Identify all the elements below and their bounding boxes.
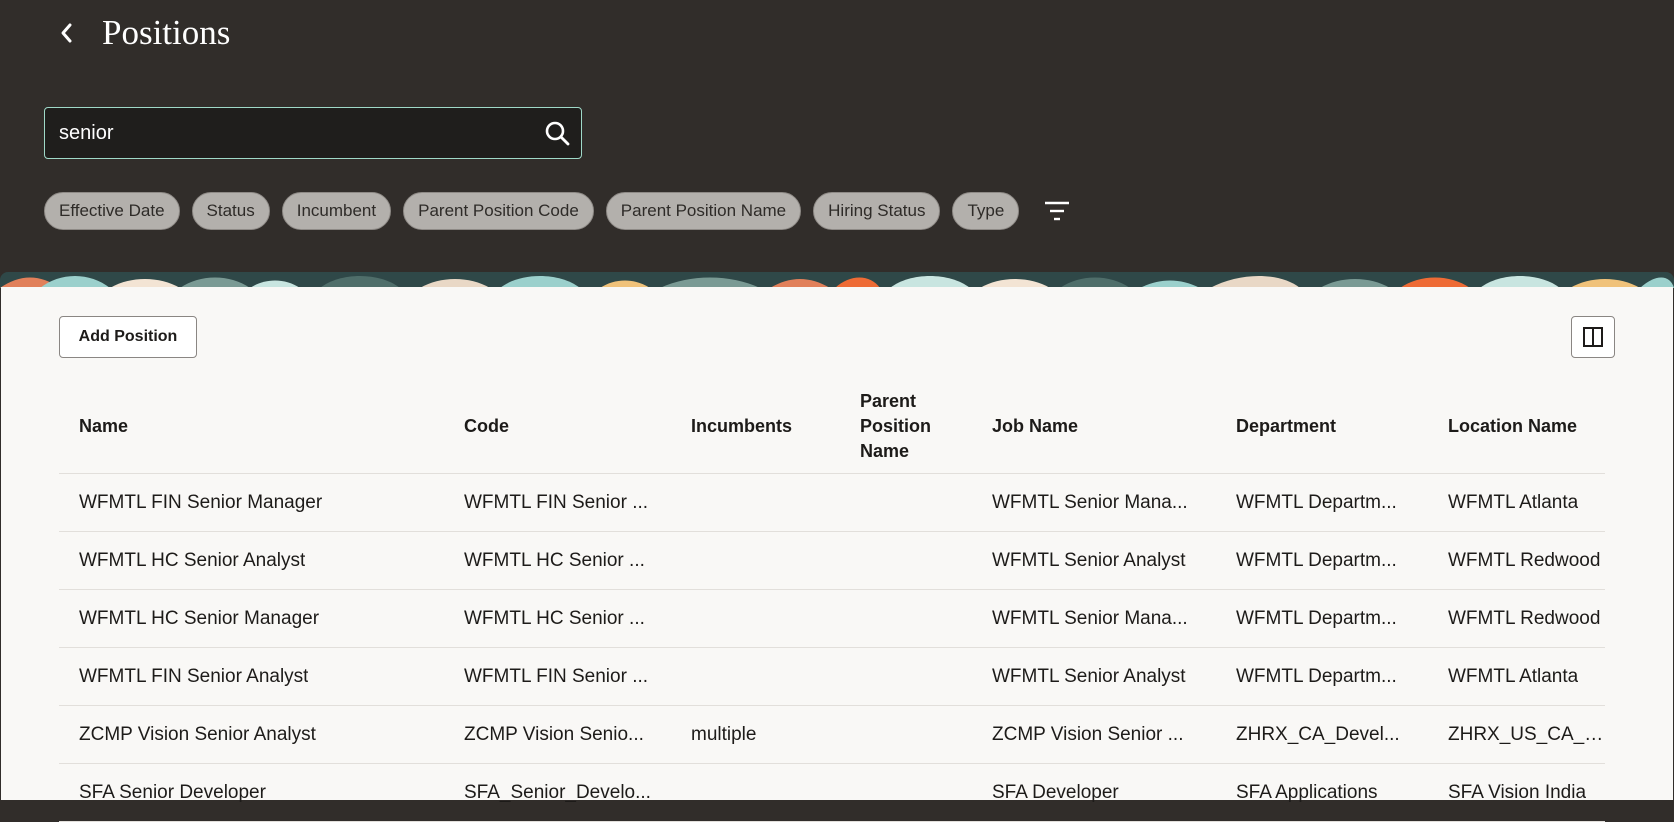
parent-header-line-3: Name <box>860 440 910 461</box>
page-title: Positions <box>102 13 231 52</box>
cell-department: ZHRX_CA_Devel... <box>1236 723 1400 745</box>
filter-chip-effective-date[interactable]: Effective Date <box>44 192 180 230</box>
cell-name: SFA Senior Developer <box>79 781 266 803</box>
cell-department: WFMTL Departm... <box>1236 665 1397 687</box>
filter-chip-type[interactable]: Type <box>952 192 1020 230</box>
columns-icon <box>1583 327 1603 347</box>
column-header-parent-position-name[interactable]: Parent Position Name <box>860 379 970 473</box>
decorative-banner <box>0 272 1674 288</box>
cell-department: WFMTL Departm... <box>1236 607 1397 629</box>
cell-department: WFMTL Departm... <box>1236 491 1397 513</box>
filter-chip-status[interactable]: Status <box>191 192 270 230</box>
cell-code: ZCMP Vision Senio... <box>464 723 644 745</box>
table-header: Name Code Incumbents Parent Position Nam… <box>59 379 1605 474</box>
cell-location-name: WFMTL Redwood <box>1448 549 1601 571</box>
back-button[interactable] <box>52 18 82 48</box>
cell-job-name: WFMTL Senior Mana... <box>992 607 1188 629</box>
chevron-left-icon <box>61 23 72 43</box>
cell-code: WFMTL FIN Senior ... <box>464 665 649 687</box>
search-icon[interactable] <box>533 109 581 157</box>
filter-chip-parent-position-name[interactable]: Parent Position Name <box>605 192 802 230</box>
columns-button[interactable] <box>1571 316 1615 358</box>
column-header-incumbents[interactable]: Incumbents <box>691 379 841 473</box>
filter-chips: Effective Date Status Incumbent Parent P… <box>44 191 1077 231</box>
cell-parent-position-name <box>860 590 970 647</box>
cell-incumbents <box>691 474 841 531</box>
column-header-code[interactable]: Code <box>464 379 657 473</box>
add-position-button[interactable]: Add Position <box>59 316 197 358</box>
cell-parent-position-name <box>860 648 970 705</box>
column-header-job-name[interactable]: Job Name <box>992 379 1200 473</box>
cell-job-name: ZCMP Vision Senior ... <box>992 723 1184 745</box>
cell-code: SFA_Senior_Develo... <box>464 781 651 803</box>
table-row[interactable]: SFA Senior Developer SFA_Senior_Develo..… <box>59 764 1605 822</box>
cell-incumbents <box>691 532 841 589</box>
cell-job-name: WFMTL Senior Mana... <box>992 491 1188 513</box>
cell-parent-position-name <box>860 764 970 821</box>
table-row[interactable]: WFMTL HC Senior Manager WFMTL HC Senior … <box>59 590 1605 648</box>
cell-name: WFMTL FIN Senior Analyst <box>79 665 309 687</box>
cell-parent-position-name <box>860 474 970 531</box>
cell-incumbents <box>691 648 841 705</box>
results-panel: Add Position Name Code Incumbents Parent… <box>1 287 1673 822</box>
cell-department: SFA Applications <box>1236 781 1378 803</box>
cell-name: ZCMP Vision Senior Analyst <box>79 723 316 745</box>
table-row[interactable]: WFMTL FIN Senior Analyst WFMTL FIN Senio… <box>59 648 1605 706</box>
column-header-name[interactable]: Name <box>79 379 439 473</box>
positions-table: Name Code Incumbents Parent Position Nam… <box>59 379 1605 822</box>
table-row[interactable]: ZCMP Vision Senior Analyst ZCMP Vision S… <box>59 706 1605 764</box>
cell-job-name: WFMTL Senior Analyst <box>992 549 1186 571</box>
cell-department: WFMTL Departm... <box>1236 549 1397 571</box>
cell-location-name: WFMTL Atlanta <box>1448 665 1579 687</box>
cell-incumbents <box>691 590 841 647</box>
filter-chip-incumbent[interactable]: Incumbent <box>281 192 392 230</box>
search-box[interactable] <box>44 107 582 159</box>
filter-chip-hiring-status[interactable]: Hiring Status <box>813 192 941 230</box>
cell-name: WFMTL FIN Senior Manager <box>79 491 323 513</box>
table-row[interactable]: WFMTL HC Senior Analyst WFMTL HC Senior … <box>59 532 1605 590</box>
cell-location-name: WFMTL Atlanta <box>1448 491 1579 513</box>
cell-incumbents: multiple <box>691 723 757 745</box>
cell-job-name: SFA Developer <box>992 781 1119 803</box>
parent-header-line-2: Position <box>860 415 931 436</box>
cell-location-name: WFMTL Redwood <box>1448 607 1601 629</box>
cell-name: WFMTL HC Senior Analyst <box>79 549 306 571</box>
search-input[interactable] <box>45 108 533 158</box>
table-row[interactable]: WFMTL FIN Senior Manager WFMTL FIN Senio… <box>59 474 1605 532</box>
cell-job-name: WFMTL Senior Analyst <box>992 665 1186 687</box>
cell-code: WFMTL FIN Senior ... <box>464 491 649 513</box>
page-header: Positions Effective Date Status Incumben… <box>0 0 1674 274</box>
cell-location-name: ZHRX_US_CA_LOC <box>1448 723 1605 745</box>
filter-chip-parent-position-code[interactable]: Parent Position Code <box>403 192 594 230</box>
cell-parent-position-name <box>860 532 970 589</box>
cell-incumbents <box>691 764 841 821</box>
column-header-department[interactable]: Department <box>1236 379 1408 473</box>
cell-parent-position-name <box>860 706 970 763</box>
parent-header-line-1: Parent <box>860 390 917 411</box>
cell-location-name: SFA Vision India <box>1448 781 1587 803</box>
filter-icon[interactable] <box>1037 191 1077 231</box>
cell-name: WFMTL HC Senior Manager <box>79 607 320 629</box>
column-header-location-name[interactable]: Location Name <box>1448 379 1605 473</box>
cell-code: WFMTL HC Senior ... <box>464 607 645 629</box>
cell-code: WFMTL HC Senior ... <box>464 549 645 571</box>
